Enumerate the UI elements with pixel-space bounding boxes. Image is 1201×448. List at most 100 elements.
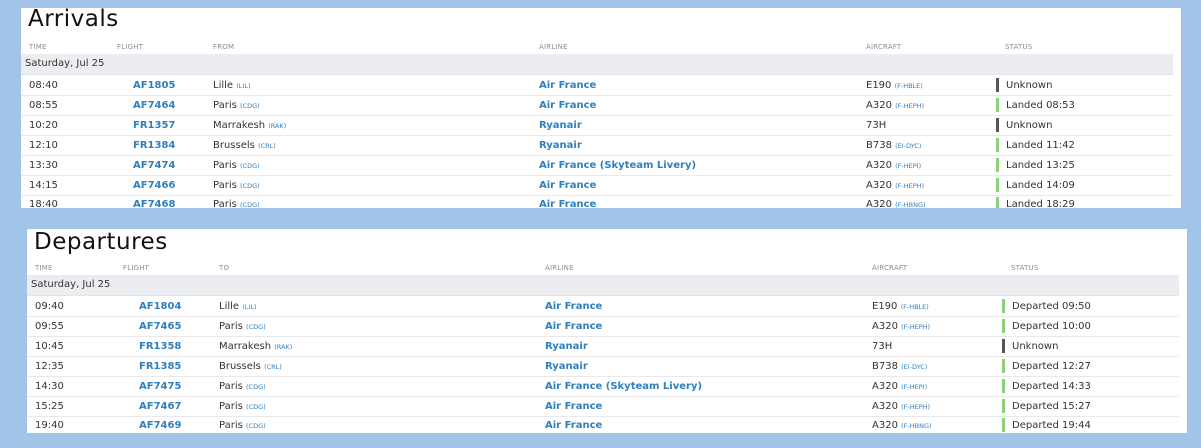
status-text: Landed 08:53 bbox=[1006, 99, 1075, 111]
airport-code-link[interactable]: (CDG) bbox=[240, 102, 260, 110]
airline-link[interactable]: Air France (Skyteam Livery) bbox=[539, 160, 696, 171]
flight-number-link[interactable]: AF1805 bbox=[133, 80, 175, 91]
airport-code-link[interactable]: (CRL) bbox=[258, 142, 276, 150]
airline-link[interactable]: Air France bbox=[539, 80, 596, 91]
status-indicator bbox=[996, 117, 999, 132]
airport-code-link[interactable]: (LIL) bbox=[236, 82, 250, 90]
airport-cell: Marrakesh (RAK) bbox=[219, 341, 292, 352]
airport-code-link[interactable]: (CDG) bbox=[246, 403, 266, 411]
airport-code-link[interactable]: (CDG) bbox=[240, 201, 260, 208]
aircraft-type: 73H bbox=[872, 340, 893, 352]
aircraft-registration-link[interactable]: (EI-DYC) bbox=[895, 142, 921, 150]
flight-row[interactable]: 09:55 AF7465 Paris (CDG) Air France A320 (F-… bbox=[27, 316, 1179, 337]
flight-row[interactable]: 19:40 AF7469 Paris (CDG) Air France A320 (F-… bbox=[27, 415, 1179, 433]
aircraft-type: E190 bbox=[866, 80, 892, 91]
flight-number-link[interactable]: AF7469 bbox=[139, 420, 181, 431]
aircraft-registration-link[interactable]: (F-HEPH) bbox=[901, 323, 930, 331]
flight-row[interactable]: 08:55 AF7464 Paris (CDG) Air France A320 (F-… bbox=[21, 95, 1173, 116]
aircraft-registration-link[interactable]: (EI-DYC) bbox=[901, 363, 927, 371]
flight-number-link[interactable]: AF7475 bbox=[139, 381, 181, 392]
aircraft-registration-link[interactable]: (F-HEPI) bbox=[895, 162, 921, 170]
airport-code-link[interactable]: (LIL) bbox=[242, 303, 256, 311]
aircraft-cell: 73H bbox=[872, 341, 892, 352]
flight-number-link[interactable]: AF7466 bbox=[133, 180, 175, 191]
flight-row[interactable]: 09:40 AF1804 Lille (LIL) Air France E190 (F-… bbox=[27, 296, 1179, 317]
flight-number-link[interactable]: AF7467 bbox=[139, 401, 181, 412]
status-text: Departed 19:44 bbox=[1012, 420, 1091, 432]
airline-link[interactable]: Air France bbox=[539, 180, 596, 191]
flight-number-link[interactable]: AF1804 bbox=[139, 301, 181, 312]
airport-cell: Paris (CDG) bbox=[219, 321, 266, 332]
header-status: STATUS bbox=[1011, 264, 1039, 272]
airport-city: Lille bbox=[213, 80, 234, 91]
aircraft-cell: B738 (EI-DYC) bbox=[866, 140, 921, 151]
aircraft-registration-link[interactable]: (F-HEPH) bbox=[901, 403, 930, 411]
aircraft-registration-link[interactable]: (F-HEPI) bbox=[901, 383, 927, 391]
airline-link[interactable]: Air France bbox=[539, 100, 596, 111]
aircraft-type: E190 bbox=[872, 301, 898, 312]
flight-number-link[interactable]: AF7465 bbox=[139, 321, 181, 332]
aircraft-type: A320 bbox=[872, 400, 898, 412]
airport-code-link[interactable]: (CDG) bbox=[246, 383, 266, 391]
flight-row[interactable]: 12:35 FR1385 Brussels (CRL) Ryanair B738 (EI… bbox=[27, 356, 1179, 377]
airport-city: Marrakesh bbox=[213, 119, 266, 131]
aircraft-registration-link[interactable]: (F-HEPH) bbox=[895, 102, 924, 110]
airline-link[interactable]: Air France bbox=[539, 199, 596, 208]
flight-row[interactable]: 10:45 FR1358 Marrakesh (RAK) Ryanair 73H Unk… bbox=[27, 336, 1179, 357]
aircraft-type: A320 bbox=[872, 320, 898, 332]
aircraft-registration-link[interactable]: (F-HBLE) bbox=[895, 82, 923, 90]
flight-number-link[interactable]: AF7474 bbox=[133, 160, 175, 171]
airline-link[interactable]: Ryanair bbox=[539, 120, 582, 131]
status-text: Unknown bbox=[1006, 80, 1053, 91]
header-aircraft: AIRCRAFT bbox=[872, 264, 908, 272]
header-flight: FLIGHT bbox=[123, 264, 150, 272]
flight-number-link[interactable]: AF7468 bbox=[133, 199, 175, 208]
flight-row[interactable]: 12:10 FR1384 Brussels (CRL) Ryanair B738 (EI… bbox=[21, 135, 1173, 156]
flight-row[interactable]: 15:25 AF7467 Paris (CDG) Air France A320 (F-… bbox=[27, 396, 1179, 417]
flight-number-link[interactable]: FR1358 bbox=[139, 341, 181, 352]
airport-city: Brussels bbox=[213, 139, 255, 151]
airport-city: Marrakesh bbox=[219, 340, 272, 352]
flight-row[interactable]: 13:30 AF7474 Paris (CDG) Air France (Skytea… bbox=[21, 155, 1173, 176]
status-indicator bbox=[996, 177, 999, 192]
status-text: Departed 10:00 bbox=[1012, 320, 1091, 332]
aircraft-registration-link[interactable]: (F-HBNG) bbox=[901, 422, 931, 430]
flight-number-link[interactable]: FR1384 bbox=[133, 140, 175, 151]
airport-cell: Paris (CDG) bbox=[213, 100, 260, 111]
airport-city: Paris bbox=[213, 99, 237, 111]
flight-number-link[interactable]: FR1385 bbox=[139, 361, 181, 372]
aircraft-registration-link[interactable]: (F-HEPH) bbox=[895, 182, 924, 190]
flight-number-link[interactable]: AF7464 bbox=[133, 100, 175, 111]
airport-code-link[interactable]: (CDG) bbox=[246, 323, 266, 331]
airport-city: Paris bbox=[219, 420, 243, 432]
flight-row[interactable]: 10:20 FR1357 Marrakesh (RAK) Ryanair 73H Unk… bbox=[21, 115, 1173, 136]
airline-link[interactable]: Air France bbox=[545, 321, 602, 332]
flight-number-link[interactable]: FR1357 bbox=[133, 120, 175, 131]
airport-code-link[interactable]: (CDG) bbox=[240, 182, 260, 190]
aircraft-type: A320 bbox=[866, 159, 892, 171]
status-text: Landed 13:25 bbox=[1006, 159, 1075, 171]
status-indicator bbox=[996, 78, 999, 92]
airline-link[interactable]: Ryanair bbox=[539, 140, 582, 151]
status-indicator bbox=[1002, 398, 1005, 413]
airline-link[interactable]: Air France (Skyteam Livery) bbox=[545, 381, 702, 392]
airline-link[interactable]: Ryanair bbox=[545, 361, 588, 372]
airport-code-link[interactable]: (RAK) bbox=[274, 343, 292, 351]
airline-link[interactable]: Air France bbox=[545, 420, 602, 431]
flight-row[interactable]: 14:30 AF7475 Paris (CDG) Air France (Skytea… bbox=[27, 376, 1179, 397]
aircraft-registration-link[interactable]: (F-HBNG) bbox=[895, 201, 925, 208]
airport-code-link[interactable]: (CDG) bbox=[246, 422, 266, 430]
flight-row[interactable]: 18:40 AF7468 Paris (CDG) Air France A320 (F-… bbox=[21, 194, 1173, 208]
flight-row[interactable]: 14:15 AF7466 Paris (CDG) Air France A320 (F-… bbox=[21, 175, 1173, 196]
airport-code-link[interactable]: (CDG) bbox=[240, 162, 260, 170]
airport-code-link[interactable]: (RAK) bbox=[268, 122, 286, 130]
status-text: Departed 15:27 bbox=[1012, 400, 1091, 412]
header-flight: FLIGHT bbox=[117, 43, 144, 51]
airline-link[interactable]: Air France bbox=[545, 301, 602, 312]
airline-link[interactable]: Ryanair bbox=[545, 341, 588, 352]
airline-link[interactable]: Air France bbox=[545, 401, 602, 412]
flight-row[interactable]: 08:40 AF1805 Lille (LIL) Air France E190 (F-… bbox=[21, 75, 1173, 96]
aircraft-cell: A320 (F-HEPH) bbox=[866, 180, 924, 191]
airport-code-link[interactable]: (CRL) bbox=[264, 363, 282, 371]
aircraft-registration-link[interactable]: (F-HBLE) bbox=[901, 303, 929, 311]
